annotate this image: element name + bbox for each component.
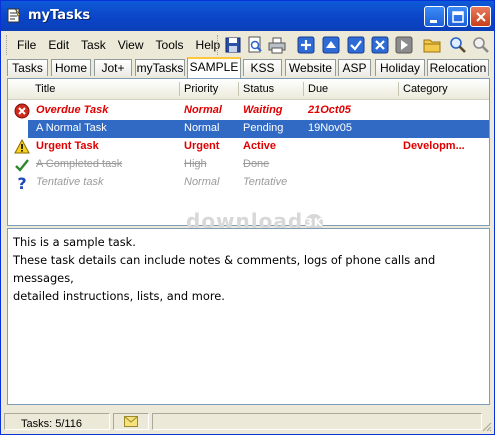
table-row[interactable]: ? Tentative task Normal Tentative [8,174,489,192]
tab-website[interactable]: Website [285,59,336,76]
close-icon [476,12,486,22]
column-due[interactable]: Due [308,83,328,95]
details-line: These task details can include notes & c… [13,253,436,285]
next-icon[interactable] [395,36,413,54]
note-icon[interactable] [124,416,138,427]
task-priority: Urgent [184,140,220,152]
delete-icon[interactable] [371,36,389,54]
menubar-grip[interactable] [6,35,10,55]
task-priority: Normal [184,176,220,188]
column-status[interactable]: Status [243,83,274,95]
preview-icon[interactable] [246,36,264,54]
details-line: detailed instructions, lists, and more. [13,289,225,303]
task-status: Active [243,140,277,152]
tab-jot[interactable]: Jot+ [94,59,132,76]
menu-tools[interactable]: Tools [150,38,190,52]
menu-view[interactable]: View [112,38,150,52]
window-title: myTasks [28,8,91,23]
minimize-button[interactable] [424,6,445,27]
tab-mytasks[interactable]: myTasks [135,59,185,76]
maximize-button[interactable] [447,6,468,27]
task-priority: Normal [184,104,222,116]
column-header-row: Title Priority Status Due Category [8,79,489,100]
status-bar: Tasks: 5/116 [1,408,494,434]
maximize-icon [452,11,464,23]
tab-tasks[interactable]: Tasks [7,59,48,76]
task-status: Waiting [243,104,283,116]
menu-file[interactable]: File [11,38,42,52]
close-button[interactable] [470,6,491,27]
add-task-icon[interactable] [297,36,315,54]
overdue-x-icon [14,103,30,119]
task-title: Urgent Task [36,140,99,152]
print-icon[interactable] [268,36,286,54]
app-notepad-icon [7,7,21,23]
task-title: Tentative task [36,176,104,188]
warning-icon [14,139,30,154]
task-title: A Normal Task [36,122,107,134]
tab-home[interactable]: Home [51,59,91,76]
task-count: Tasks: 5/116 [21,418,82,430]
task-status: Tentative [243,176,288,188]
find-next-icon[interactable] [472,36,490,54]
column-divider[interactable] [398,82,399,96]
question-icon: ? [17,175,26,191]
column-divider[interactable] [238,82,239,96]
status-cell-empty [152,413,482,430]
app-window: myTasks File Edit Task View Tools Help T… [0,0,495,435]
checkmark-icon [15,159,29,172]
details-line: This is a sample task. [13,235,136,249]
menu-task[interactable]: Task [75,38,112,52]
task-due: 21Oct05 [308,104,351,116]
task-details-editor[interactable]: This is a sample task. These task detail… [7,228,490,405]
column-category[interactable]: Category [403,83,448,95]
minimize-icon [430,20,437,23]
tab-asp[interactable]: ASP [338,59,371,76]
folder-icon[interactable] [423,36,441,54]
svg-text:?: ? [17,175,26,191]
task-priority: High [184,158,207,170]
table-row[interactable]: Urgent Task Urgent Active Developm... [8,138,489,156]
task-due: 19Nov05 [308,122,353,134]
find-icon[interactable] [449,36,467,54]
task-list[interactable]: Title Priority Status Due Category Overd… [7,78,490,233]
column-divider[interactable] [303,82,304,96]
tab-strip: Tasks Home Jot+ myTasks SAMPLE KSS Websi… [5,57,491,78]
column-priority[interactable]: Priority [184,83,218,95]
title-bar[interactable]: myTasks [1,1,494,31]
save-icon[interactable] [224,36,242,54]
task-status: Done [243,158,270,170]
table-row-selected[interactable]: A Normal Task Normal Pending 19Nov05 [28,120,489,138]
tab-relocation[interactable]: Relocation [427,59,489,76]
table-row[interactable]: A Completed task High Done [8,156,489,174]
menu-bar: File Edit Task View Tools Help [11,32,226,58]
tab-holiday[interactable]: Holiday [375,59,425,76]
resize-grip-icon[interactable] [480,420,492,432]
table-row[interactable]: Overdue Task Normal Waiting 21Oct05 [8,102,489,120]
column-title[interactable]: Title [35,83,55,95]
menu-edit[interactable]: Edit [42,38,75,52]
toolbar-grip[interactable] [217,35,221,55]
task-category: Developm... [403,140,465,152]
check-icon[interactable] [347,36,365,54]
tab-sample[interactable]: SAMPLE [187,57,241,78]
status-cell-note [113,413,149,430]
task-priority: Normal [184,122,220,134]
priority-up-icon[interactable] [322,36,340,54]
tab-kss[interactable]: KSS [243,59,282,76]
column-divider[interactable] [179,82,180,96]
task-status: Pending [243,122,284,134]
menu-toolbar-row: File Edit Task View Tools Help [5,32,490,58]
task-title: Overdue Task [36,104,109,116]
task-title: A Completed task [36,158,123,170]
